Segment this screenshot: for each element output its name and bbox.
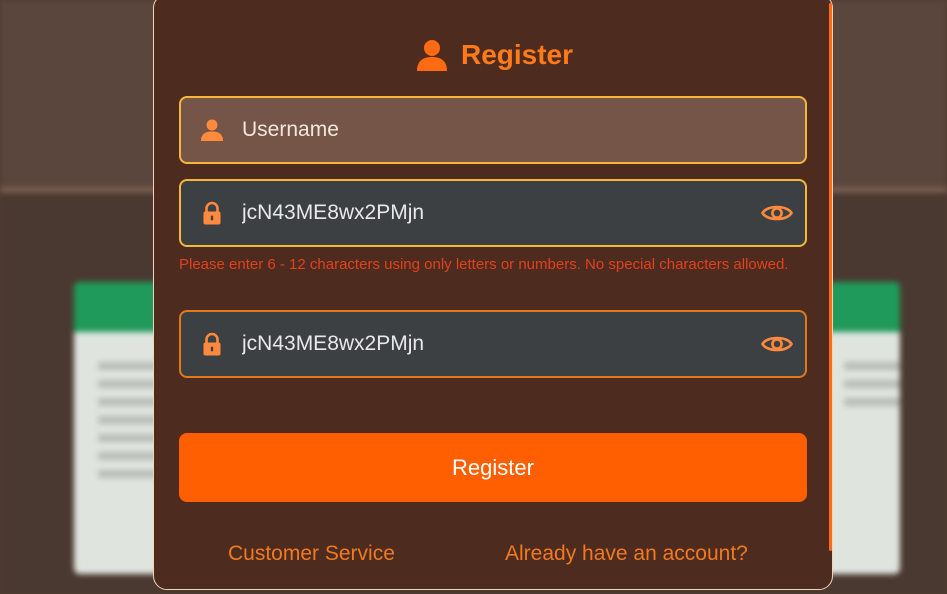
password-input[interactable] (242, 201, 761, 225)
user-icon (416, 40, 447, 71)
confirm-password-field[interactable] (179, 310, 807, 378)
password-field[interactable] (179, 179, 807, 247)
eye-icon[interactable] (761, 333, 793, 355)
register-modal: Register Please enter 6 - 12 characters … (153, 0, 833, 590)
eye-icon[interactable] (761, 202, 793, 224)
confirm-password-input[interactable] (242, 332, 761, 356)
modal-header: Register (154, 35, 834, 75)
user-icon (201, 119, 223, 141)
lock-icon (203, 201, 221, 225)
modal-scrollbar[interactable] (829, 3, 832, 551)
login-link[interactable]: Already have an account? (505, 542, 748, 566)
modal-title: Register (460, 39, 574, 70)
password-error-message: Please enter 6 - 12 characters using onl… (179, 256, 789, 273)
lock-icon (203, 332, 221, 356)
customer-service-link[interactable]: Customer Service (228, 542, 395, 566)
register-button[interactable]: Register (179, 433, 807, 502)
username-field[interactable] (179, 96, 807, 164)
username-input[interactable] (242, 118, 805, 142)
